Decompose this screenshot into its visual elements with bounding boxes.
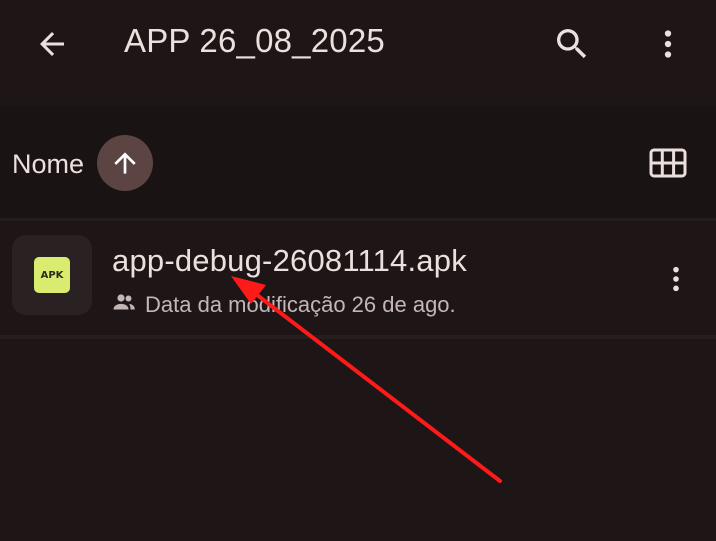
sort-direction-button[interactable] [97, 135, 153, 191]
more-vert-icon [673, 266, 679, 292]
more-options-button[interactable] [646, 20, 690, 68]
sort-bar: Nome [0, 106, 716, 218]
more-vert-icon [664, 30, 672, 58]
file-list-item[interactable]: APK app-debug-26081114.apk Data da modif… [0, 221, 716, 335]
grid-view-icon [649, 148, 687, 178]
top-app-bar: APP 26_08_2025 [0, 0, 716, 106]
arrow-back-icon [40, 32, 64, 56]
apk-file-icon: APK [34, 257, 70, 293]
search-icon [557, 29, 587, 59]
sort-label[interactable]: Nome [12, 149, 84, 180]
back-button[interactable] [28, 22, 76, 66]
grid-view-button[interactable] [644, 141, 692, 185]
file-name: app-debug-26081114.apk [112, 243, 467, 278]
search-button[interactable] [548, 20, 596, 68]
file-modified-date: Data da modificação 26 de ago. [145, 292, 456, 317]
folder-title: APP 26_08_2025 [124, 22, 385, 59]
arrow-up-icon [114, 152, 136, 174]
file-more-options-button[interactable] [656, 257, 696, 301]
file-thumbnail: APK [12, 235, 92, 315]
people-icon [113, 294, 135, 310]
divider [0, 335, 716, 339]
